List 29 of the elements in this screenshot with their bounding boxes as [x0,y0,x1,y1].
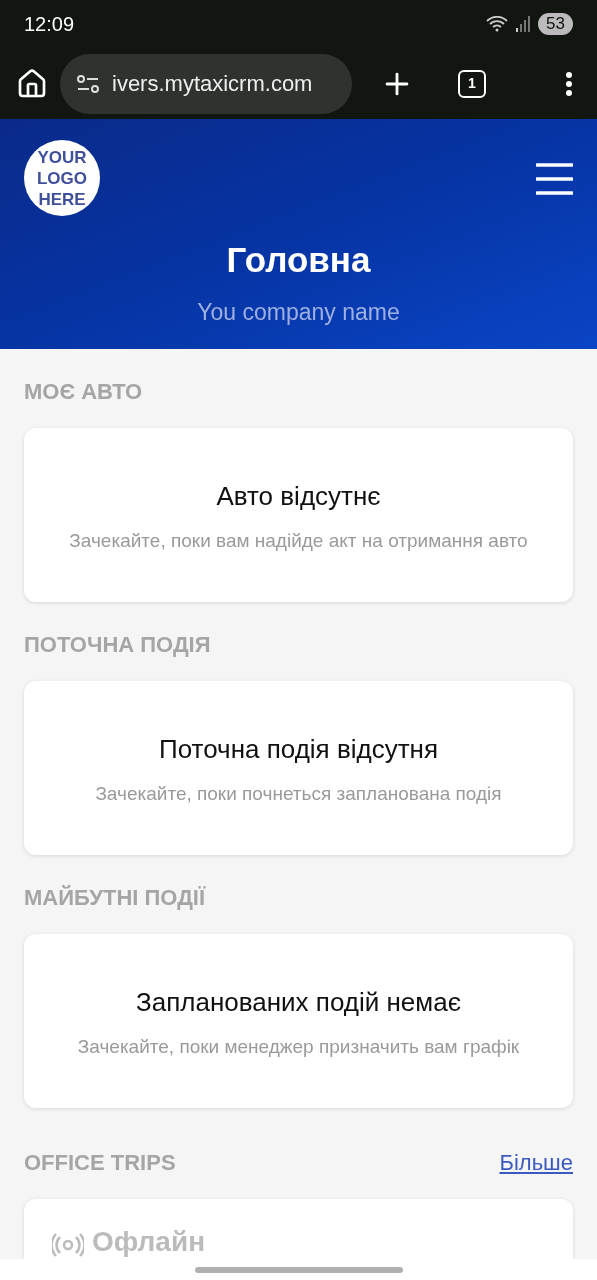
page-title: Головна [226,239,371,282]
card-message: Зачекайте, поки менеджер призначить вам графік [77,1035,520,1059]
home-icon[interactable] [16,68,48,100]
url-field[interactable]: ivers.mytaxicrm.com [60,54,352,114]
signal-icon [516,16,531,33]
status-label: Офлайн [92,1227,206,1258]
more-options-icon[interactable] [565,71,573,97]
status-time: 12:09 [24,12,75,38]
card-message: Зачекайте, поки почнеться запланована подія [95,782,502,806]
tab-count-button[interactable]: 1 [458,70,486,98]
section-title: МАЙБУТНІ ПОДІЇ [24,884,207,913]
card-heading: Поточна подія відсутня [159,733,438,766]
url-text: ivers.mytaxicrm.com [112,70,313,99]
wifi-icon [486,16,509,33]
section-title: МОЄ АВТО [24,378,144,407]
section-title: ПОТОЧНА ПОДІЯ [24,631,212,660]
logo-text: HERE [38,188,86,210]
card-heading: Запланованих подій немає [136,986,461,1019]
logo-text: YOUR [37,146,87,168]
battery-indicator: 53 [538,13,573,36]
company-name: You company name [197,297,400,327]
card-heading: Авто відсутнє [216,480,381,513]
broadcast-icon [52,1233,84,1258]
more-link[interactable]: Більше [499,1146,573,1180]
menu-icon[interactable] [536,163,573,196]
logo-text: LOGO [36,167,88,189]
section-title: OFFICE TRIPS [24,1149,176,1178]
card-message: Зачекайте, поки вам надійде акт на отримання авто [69,529,528,553]
site-settings-icon[interactable] [76,74,100,94]
